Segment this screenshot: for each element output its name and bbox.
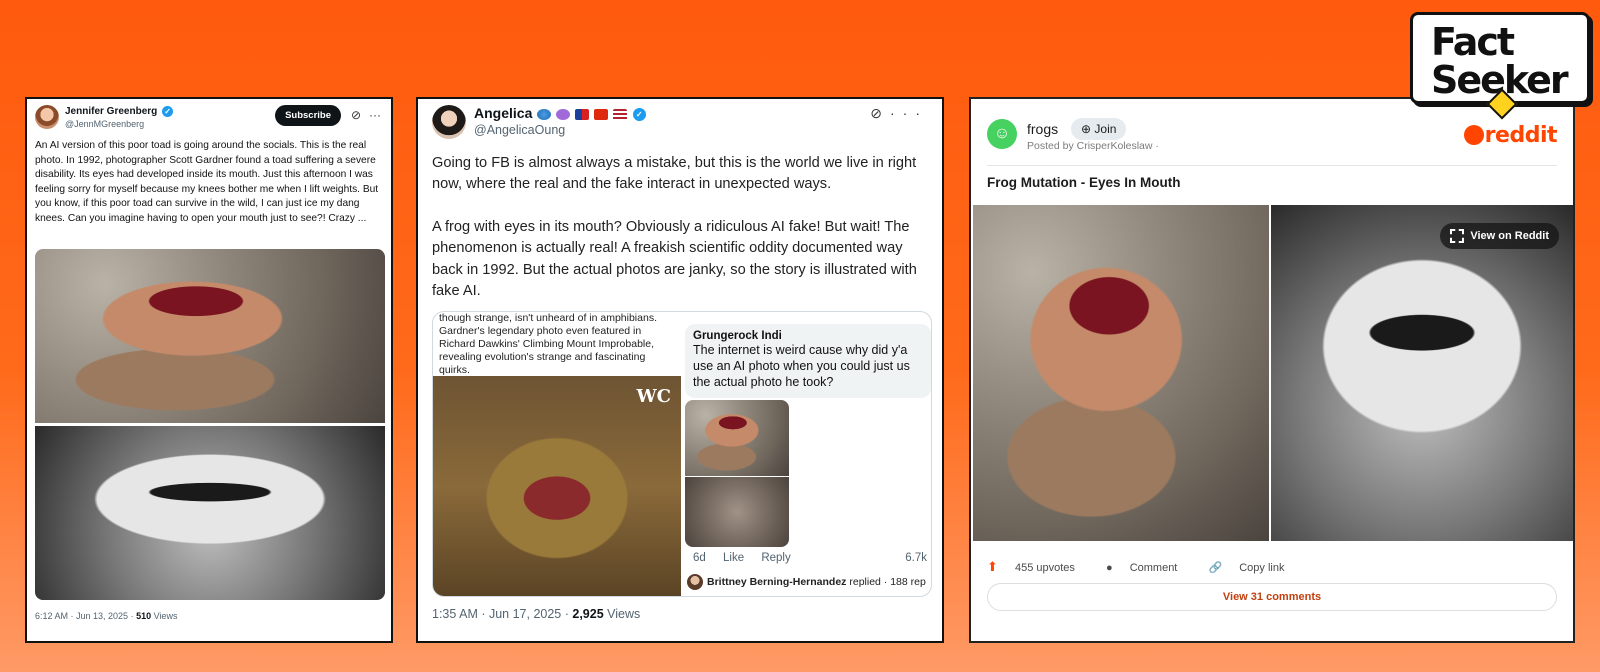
- verified-icon: ✓: [162, 106, 174, 117]
- view-comments-button[interactable]: View 31 comments: [987, 583, 1557, 611]
- watermark: WC: [636, 386, 671, 407]
- join-button[interactable]: ⊕ Join: [1071, 118, 1127, 140]
- author-name-text: Angelica: [474, 105, 533, 121]
- reply-line-3: the actual photo he took?: [693, 375, 834, 389]
- reply-line-1: The internet is weird cause why did y'a: [693, 343, 908, 357]
- author-handle[interactable]: @AngelicaOung: [474, 123, 565, 137]
- nested-reply-suffix: replied · 188 rep: [846, 575, 926, 588]
- timestamp-text: 6:12 AM · Jun 13, 2025 ·: [35, 611, 137, 621]
- views-label: Views: [151, 611, 178, 621]
- reddit-brand-text: reddit: [1484, 123, 1558, 148]
- upvote-button[interactable]: ⬆ 455 upvotes: [987, 559, 1089, 574]
- flag-taiwan-icon: [575, 108, 590, 120]
- verified-icon: ✓: [632, 107, 646, 121]
- tweet-header: Jennifer Greenberg ✓ @JennMGreenberg Sub…: [35, 105, 383, 135]
- reply-bubble: Grungerock Indi The internet is weird ca…: [685, 324, 931, 398]
- avatar: [687, 574, 703, 590]
- views-label: Views: [603, 607, 641, 621]
- timestamp-text: 1:35 AM · Jun 17, 2025 ·: [432, 607, 573, 621]
- post-title[interactable]: Frog Mutation - Eyes In Mouth: [987, 175, 1180, 190]
- facebook-reply: Grungerock Indi The internet is weird ca…: [683, 312, 931, 596]
- reddit-logo: reddit: [1463, 123, 1558, 148]
- copy-link-label: Copy link: [1239, 562, 1285, 574]
- tweet-paragraph-1: Going to FB is almost always a mistake, …: [432, 155, 917, 193]
- expand-icon: [1450, 229, 1465, 243]
- plus-icon: ⊕: [1081, 122, 1092, 136]
- tweet-card-jennifer: Jennifer Greenberg ✓ @JennMGreenberg Sub…: [25, 97, 393, 643]
- subreddit-name[interactable]: frogs: [1027, 121, 1058, 137]
- tweet-paragraph-2: A frog with eyes in its mouth? Obviously…: [432, 218, 917, 300]
- avatar[interactable]: [35, 105, 59, 129]
- frog-color-photo[interactable]: [35, 249, 385, 423]
- logo-line-1: Fact: [1431, 20, 1515, 64]
- view-on-reddit-button[interactable]: View on Reddit: [1440, 223, 1559, 249]
- flag-usa-icon: [612, 108, 627, 120]
- join-label: Join: [1094, 122, 1117, 136]
- avatar[interactable]: [432, 105, 466, 139]
- frog-subreddit-icon[interactable]: ☺: [987, 119, 1017, 149]
- grok-icon[interactable]: ⊘: [870, 105, 890, 121]
- link-icon: 🔗: [1208, 562, 1223, 574]
- atom-icon: [556, 108, 571, 120]
- like-link: Like: [723, 552, 745, 564]
- tweet-card-angelica: Angelica ✓ @AngelicaOung ⊘··· Going to F…: [416, 97, 944, 643]
- tweet-timestamp: 6:12 AM · Jun 13, 2025 · 510 Views: [35, 611, 177, 621]
- post-actions: ⬆ 455 upvotes ● Comment 🔗 Copy link: [987, 559, 1312, 575]
- author-name[interactable]: Angelica ✓: [474, 105, 646, 121]
- reply-age: 6d: [693, 552, 706, 564]
- author-name[interactable]: Jennifer Greenberg ✓: [65, 106, 174, 118]
- author-name-text: Jennifer Greenberg: [65, 106, 158, 118]
- globe-icon: [537, 108, 552, 120]
- reply-photo-2: [685, 477, 789, 547]
- copy-link-button[interactable]: 🔗 Copy link: [1208, 562, 1298, 574]
- reply-link: Reply: [761, 552, 791, 564]
- flag-china-icon: [593, 108, 608, 120]
- frog-color-photo[interactable]: [973, 205, 1269, 541]
- comment-button[interactable]: ● Comment: [1106, 562, 1191, 574]
- tweet-timestamp: 1:35 AM · Jun 17, 2025 · 2,925 Views: [432, 607, 640, 621]
- frog-bw-photo[interactable]: [35, 426, 385, 600]
- author-handle[interactable]: @JennMGreenberg: [65, 119, 144, 129]
- frog-bw-photo[interactable]: View on Reddit: [1271, 205, 1573, 541]
- ai-frog-image: WC: [433, 376, 681, 596]
- comment-label: Comment: [1129, 562, 1178, 574]
- reply-line-2: use an AI photo when you could just us: [693, 359, 910, 373]
- views-count: 2,925: [572, 607, 604, 621]
- embedded-screenshot[interactable]: though strange, isn't unheard of in amph…: [432, 311, 932, 597]
- posted-by: Posted by CrisperKoleslaw ·: [1027, 140, 1159, 152]
- divider: [987, 165, 1557, 166]
- more-icon[interactable]: ···: [890, 105, 928, 121]
- view-on-reddit-label: View on Reddit: [1470, 229, 1549, 242]
- nested-reply: Brittney Berning-Hernandez replied · 188…: [687, 574, 926, 590]
- reply-photo-1: [685, 400, 789, 476]
- tweet-text: An AI version of this poor toad is going…: [35, 140, 379, 224]
- views-count: 510: [136, 611, 152, 621]
- upvote-count: 455 upvotes: [1014, 562, 1075, 574]
- comment-icon: ●: [1105, 562, 1113, 574]
- grok-icon[interactable]: ⊘: [351, 108, 361, 122]
- reply-author: Grungerock Indi: [693, 330, 782, 342]
- factseeker-logo: Fact Seeker: [1410, 12, 1590, 120]
- reply-count: 6.7k: [905, 552, 927, 564]
- tweet-actions: ⊘···: [870, 105, 928, 122]
- tweet-text: Going to FB is almost always a mistake, …: [432, 153, 932, 323]
- more-icon[interactable]: ···: [369, 108, 381, 122]
- reddit-alien-icon: [1463, 125, 1484, 145]
- nested-reply-author: Brittney Berning-Hernandez: [707, 575, 847, 588]
- reply-meta: 6d Like Reply: [693, 552, 805, 564]
- subscribe-button[interactable]: Subscribe: [275, 105, 341, 126]
- reddit-post-card: ☺ frogs ⊕ Join Posted by CrisperKoleslaw…: [969, 97, 1575, 643]
- article-excerpt: though strange, isn't unheard of in amph…: [439, 312, 657, 376]
- upvote-icon: ⬆: [987, 559, 998, 574]
